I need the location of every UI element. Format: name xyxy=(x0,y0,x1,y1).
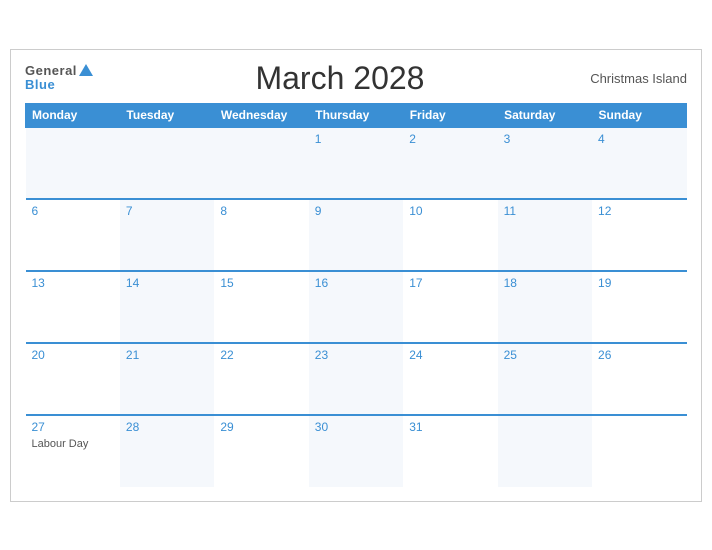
days-header-row: Monday Tuesday Wednesday Thursday Friday… xyxy=(26,103,687,127)
table-row: 7 xyxy=(120,199,214,271)
logo-triangle-icon xyxy=(79,64,93,76)
col-thursday: Thursday xyxy=(309,103,403,127)
col-saturday: Saturday xyxy=(498,103,592,127)
table-row xyxy=(26,127,120,199)
week-row-4: 20 21 22 23 24 25 26 xyxy=(26,343,687,415)
week-row-5: 27 Labour Day 28 29 30 31 xyxy=(26,415,687,487)
table-row: 11 xyxy=(498,199,592,271)
table-row: 25 xyxy=(498,343,592,415)
calendar-table: Monday Tuesday Wednesday Thursday Friday… xyxy=(25,103,687,487)
table-row: 16 xyxy=(309,271,403,343)
table-row: 21 xyxy=(120,343,214,415)
table-row: 31 xyxy=(403,415,497,487)
table-row: 29 xyxy=(214,415,308,487)
logo-blue-text: Blue xyxy=(25,78,55,92)
table-row: 15 xyxy=(214,271,308,343)
col-monday: Monday xyxy=(26,103,120,127)
table-row: 18 xyxy=(498,271,592,343)
table-row xyxy=(120,127,214,199)
calendar-region: Christmas Island xyxy=(587,71,687,86)
table-row: 28 xyxy=(120,415,214,487)
calendar-title: March 2028 xyxy=(93,60,587,97)
calendar-header: General Blue March 2028 Christmas Island xyxy=(25,60,687,97)
table-row: 26 xyxy=(592,343,686,415)
week-row-2: 6 7 8 9 10 11 12 xyxy=(26,199,687,271)
table-row: 8 xyxy=(214,199,308,271)
col-sunday: Sunday xyxy=(592,103,686,127)
table-row: 17 xyxy=(403,271,497,343)
logo: General Blue xyxy=(25,64,93,93)
table-row: 14 xyxy=(120,271,214,343)
table-row: 1 xyxy=(309,127,403,199)
col-friday: Friday xyxy=(403,103,497,127)
table-row: 10 xyxy=(403,199,497,271)
table-row: 12 xyxy=(592,199,686,271)
week-row-1: 1 2 3 4 xyxy=(26,127,687,199)
week-row-3: 13 14 15 16 17 18 19 xyxy=(26,271,687,343)
table-row: 24 xyxy=(403,343,497,415)
table-row xyxy=(214,127,308,199)
table-row: 22 xyxy=(214,343,308,415)
table-row: 9 xyxy=(309,199,403,271)
table-row: 27 Labour Day xyxy=(26,415,120,487)
table-row: 19 xyxy=(592,271,686,343)
table-row: 4 xyxy=(592,127,686,199)
table-row xyxy=(498,415,592,487)
table-row: 20 xyxy=(26,343,120,415)
table-row: 30 xyxy=(309,415,403,487)
table-row xyxy=(592,415,686,487)
calendar: General Blue March 2028 Christmas Island… xyxy=(10,49,702,502)
table-row: 6 xyxy=(26,199,120,271)
logo-general-text: General xyxy=(25,64,77,78)
labour-day-event: Labour Day xyxy=(32,438,89,450)
table-row: 13 xyxy=(26,271,120,343)
col-tuesday: Tuesday xyxy=(120,103,214,127)
table-row: 2 xyxy=(403,127,497,199)
table-row: 23 xyxy=(309,343,403,415)
table-row: 3 xyxy=(498,127,592,199)
col-wednesday: Wednesday xyxy=(214,103,308,127)
